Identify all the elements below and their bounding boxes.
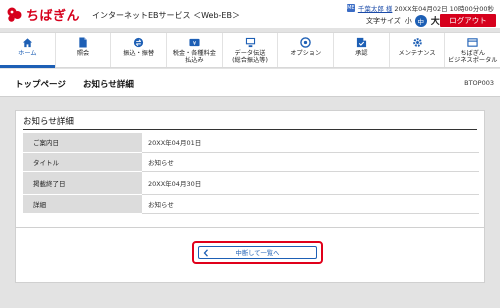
row-label: ご案内日 bbox=[23, 133, 142, 153]
service-name: インターネットEBサービス ＜Web-EB＞ bbox=[92, 11, 240, 20]
back-to-list-button[interactable]: 中断して一覧へ bbox=[198, 246, 317, 259]
screen-id: BTOP003 bbox=[464, 79, 494, 87]
svg-text:¥: ¥ bbox=[193, 40, 197, 46]
portal-icon bbox=[467, 36, 479, 48]
chevron-left-icon bbox=[199, 248, 213, 257]
user-info: ME 千葉太郎 様 20XX年04月02日 10時00分00秒 bbox=[346, 3, 494, 13]
home-icon bbox=[21, 36, 33, 48]
table-row: 詳細 お知らせ bbox=[23, 194, 479, 214]
option-icon bbox=[300, 36, 312, 48]
global-nav: ホーム 照会 振込・振替 ¥ 税金・各種料金 払込み データ伝送 (総合振込等)… bbox=[0, 32, 500, 68]
header: ちばぎん インターネットEBサービス ＜Web-EB＞ ME 千葉太郎 様 20… bbox=[0, 0, 500, 28]
font-size-large-button[interactable]: 大 bbox=[431, 14, 440, 27]
nav-item-approval[interactable]: 承認 bbox=[334, 33, 390, 67]
row-label: 詳細 bbox=[23, 194, 142, 214]
section-divider bbox=[23, 129, 477, 130]
nav-item-maintenance[interactable]: メンテナンス bbox=[390, 33, 446, 67]
row-label: 掲載終了日 bbox=[23, 171, 142, 195]
row-value: 20XX年04月01日 bbox=[142, 133, 479, 153]
nav-item-tax-payment[interactable]: ¥ 税金・各種料金 払込み bbox=[167, 33, 223, 67]
nav-label: 振込・振替 bbox=[123, 50, 155, 57]
last-login-time: 20XX年04月02日 10時00分00秒 bbox=[394, 5, 494, 13]
font-size-label: 文字サイズ bbox=[366, 16, 401, 25]
row-value: お知らせ bbox=[142, 194, 479, 214]
back-button-label: 中断して一覧へ bbox=[235, 250, 280, 257]
nav-item-home[interactable]: ホーム bbox=[0, 33, 56, 68]
document-icon bbox=[77, 36, 89, 48]
font-size-switcher: 文字サイズ 小 中 大 bbox=[366, 14, 440, 27]
section-title: お知らせ詳細 bbox=[23, 117, 74, 127]
action-area: 中断して一覧へ bbox=[15, 228, 485, 283]
user-name-link[interactable]: 千葉太郎 様 bbox=[358, 3, 393, 13]
nav-label: オプション bbox=[290, 50, 322, 57]
chibagin-logo[interactable]: ちばぎん bbox=[6, 5, 80, 24]
nav-item-transfer[interactable]: 振込・振替 bbox=[111, 33, 168, 67]
breadcrumb: トップページ お知らせ詳細 BTOP003 bbox=[0, 69, 500, 97]
yen-icon: ¥ bbox=[188, 36, 200, 48]
nav-item-business-portal[interactable]: ちばぎん ビジネスポータル bbox=[445, 33, 500, 67]
table-row: ご案内日 20XX年04月01日 bbox=[23, 133, 479, 153]
nav-label: ちばぎん ビジネスポータル bbox=[447, 50, 498, 64]
nav-item-data-transfer[interactable]: データ伝送 (総合振込等) bbox=[223, 33, 279, 67]
nav-label: 承認 bbox=[355, 50, 368, 57]
table-row: タイトル お知らせ bbox=[23, 152, 479, 172]
logout-button[interactable]: ログアウト bbox=[440, 14, 496, 27]
back-button-highlight: 中断して一覧へ bbox=[192, 241, 323, 264]
notice-detail-table: ご案内日 20XX年04月01日 タイトル お知らせ 掲載終了日 20XX年04… bbox=[23, 133, 479, 214]
logo-mark-icon bbox=[6, 6, 23, 23]
logo-text: ちばぎん bbox=[26, 9, 81, 24]
nav-label: ホーム bbox=[18, 50, 37, 57]
approval-icon bbox=[355, 36, 367, 48]
row-value: お知らせ bbox=[142, 152, 479, 172]
font-size-small-button[interactable]: 小 bbox=[405, 16, 412, 26]
notice-detail-panel: お知らせ詳細 ご案内日 20XX年04月01日 タイトル お知らせ 掲載終了日 … bbox=[15, 110, 485, 228]
nav-label: メンテナンス bbox=[398, 50, 436, 57]
transfer-icon bbox=[133, 36, 145, 48]
nav-item-inquiry[interactable]: 照会 bbox=[56, 33, 112, 67]
table-row: 掲載終了日 20XX年04月30日 bbox=[23, 171, 479, 195]
nav-label: 照会 bbox=[76, 50, 90, 57]
page-title: お知らせ詳細 bbox=[83, 80, 134, 90]
data-transfer-icon bbox=[244, 36, 256, 48]
breadcrumb-top-page[interactable]: トップページ bbox=[15, 78, 66, 90]
row-value: 20XX年04月30日 bbox=[142, 171, 479, 195]
user-badge-icon: ME bbox=[346, 4, 355, 12]
nav-label: 税金・各種料金 払込み bbox=[172, 50, 216, 64]
row-label: タイトル bbox=[23, 152, 142, 172]
font-size-medium-button[interactable]: 中 bbox=[414, 14, 427, 27]
nav-label: データ伝送 (総合振込等) bbox=[232, 50, 268, 64]
gear-icon bbox=[411, 36, 423, 48]
nav-item-option[interactable]: オプション bbox=[278, 33, 335, 67]
